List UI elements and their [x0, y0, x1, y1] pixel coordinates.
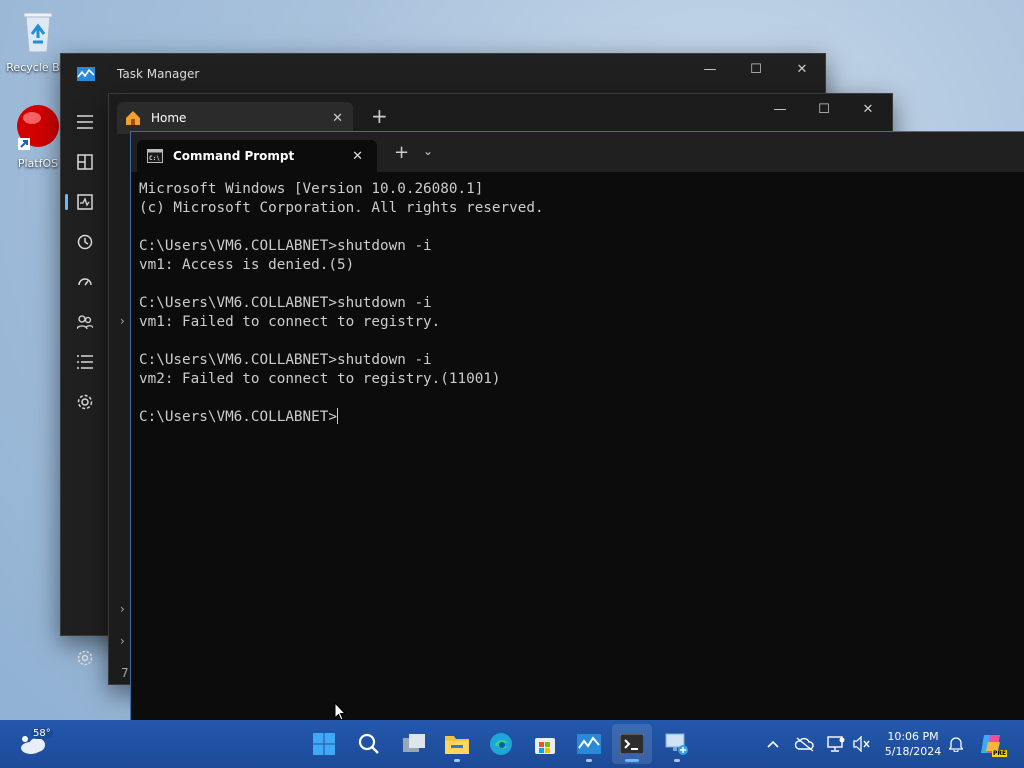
preview-badge: PRE — [992, 750, 1008, 757]
task-manager-icon — [577, 734, 601, 754]
cloud-offline-icon — [795, 737, 814, 752]
search-icon — [358, 733, 379, 754]
minimize-button[interactable]: — — [757, 94, 803, 124]
start-icon — [313, 733, 335, 755]
performance-icon[interactable] — [61, 182, 109, 222]
hamburger-icon[interactable] — [61, 102, 109, 142]
new-tab-button[interactable]: + — [394, 142, 409, 163]
clock[interactable]: 10:06 PM 5/18/2024 — [878, 720, 948, 768]
console-line: (c) Microsoft Corporation. All rights re… — [139, 200, 544, 216]
users-icon[interactable] — [61, 302, 109, 342]
tab-home[interactable]: Home ✕ — [117, 102, 353, 134]
close-button[interactable]: ✕ — [845, 94, 891, 124]
tab-command-prompt[interactable]: C:\ Command Prompt ✕ — [137, 140, 377, 172]
text-cursor — [336, 408, 338, 424]
task-manager-nav — [61, 102, 109, 666]
console-lines: Microsoft Windows [Version 10.0.26080.1]… — [139, 181, 544, 387]
task-manager-app-icon — [77, 67, 95, 81]
console-line: vm2: Failed to connect to registry.(1100… — [139, 371, 501, 387]
svg-text:C:\: C:\ — [149, 155, 160, 162]
task-manager-title: Task Manager — [117, 67, 200, 81]
console-output[interactable]: Microsoft Windows [Version 10.0.26080.1]… — [139, 180, 1024, 721]
notifications-button[interactable] — [946, 720, 966, 768]
home-icon — [126, 111, 140, 125]
console-line: C:\Users\VM6.COLLABNET>shutdown -i — [139, 352, 432, 368]
remote-desktop-button[interactable] — [657, 724, 697, 764]
chevron-down-icon[interactable]: ⌄ — [423, 144, 433, 158]
console-line: vm1: Access is denied.(5) — [139, 257, 355, 273]
tab-label: Command Prompt — [173, 149, 295, 163]
minimize-button[interactable]: — — [687, 54, 733, 84]
edge-icon — [490, 733, 512, 755]
network-icon — [827, 736, 845, 752]
console-line: vm1: Failed to connect to registry. — [139, 314, 441, 330]
terminal-window: C:\ Command Prompt ✕ + ⌄ Microsoft Windo… — [130, 131, 1024, 721]
services-icon[interactable] — [61, 382, 109, 422]
processes-icon[interactable] — [61, 142, 109, 182]
maximize-button[interactable]: ☐ — [801, 94, 847, 124]
bell-icon — [949, 737, 963, 752]
weather-widget[interactable]: 58° — [14, 720, 54, 768]
volume-tray-button[interactable] — [850, 720, 874, 768]
volume-muted-icon — [853, 736, 870, 752]
tab-label: Home — [151, 111, 187, 125]
chevron-up-icon — [767, 740, 779, 748]
settings-icon[interactable] — [61, 638, 109, 678]
chevron-right-icon[interactable]: › — [120, 634, 125, 648]
edge-button[interactable] — [481, 724, 521, 764]
clock-date: 5/18/2024 — [884, 745, 942, 758]
store-icon — [535, 738, 555, 754]
store-button[interactable] — [525, 724, 565, 764]
search-button[interactable] — [349, 724, 389, 764]
console-prompt: C:\Users\VM6.COLLABNET> — [139, 409, 337, 425]
status-text: 7 — [121, 666, 129, 680]
close-tab-icon[interactable]: ✕ — [352, 149, 363, 164]
command-prompt-icon: C:\ — [147, 149, 163, 163]
taskbar: 58° 10:06 PM 5/18/2024 PRE — [0, 720, 1024, 768]
start-button[interactable] — [304, 724, 344, 764]
clock-time: 10:06 PM — [887, 730, 939, 743]
recycle-bin-icon — [23, 12, 53, 53]
startup-apps-icon[interactable] — [61, 262, 109, 302]
mouse-cursor-icon — [334, 702, 346, 721]
new-tab-button[interactable]: + — [371, 104, 388, 128]
close-tab-icon[interactable]: ✕ — [332, 111, 343, 126]
console-line: Microsoft Windows [Version 10.0.26080.1] — [139, 181, 484, 197]
maximize-button[interactable]: ☐ — [733, 54, 779, 84]
remote-desktop-icon — [665, 733, 688, 755]
file-explorer-icon — [445, 736, 469, 754]
file-explorer-button[interactable] — [437, 724, 477, 764]
red-ball-icon — [17, 105, 59, 150]
chevron-right-icon[interactable]: › — [120, 314, 125, 328]
task-view-icon — [403, 734, 425, 752]
details-icon[interactable] — [61, 342, 109, 382]
close-button[interactable]: ✕ — [779, 54, 825, 84]
task-view-button[interactable] — [394, 724, 434, 764]
terminal-icon — [620, 734, 644, 754]
terminal-tabbar[interactable]: C:\ Command Prompt ✕ + ⌄ — [131, 132, 1024, 172]
app-history-icon[interactable] — [61, 222, 109, 262]
chevron-right-icon[interactable]: › — [120, 602, 125, 616]
onedrive-tray-button[interactable] — [792, 720, 818, 768]
network-tray-button[interactable] — [824, 720, 848, 768]
console-line: C:\Users\VM6.COLLABNET>shutdown -i — [139, 238, 432, 254]
terminal-button[interactable] — [612, 724, 652, 764]
task-manager-button[interactable] — [569, 724, 609, 764]
show-hidden-icons-button[interactable] — [762, 720, 784, 768]
weather-temp: 58° — [31, 728, 53, 739]
copilot-button[interactable]: PRE — [978, 720, 1008, 768]
console-line: C:\Users\VM6.COLLABNET>shutdown -i — [139, 295, 432, 311]
